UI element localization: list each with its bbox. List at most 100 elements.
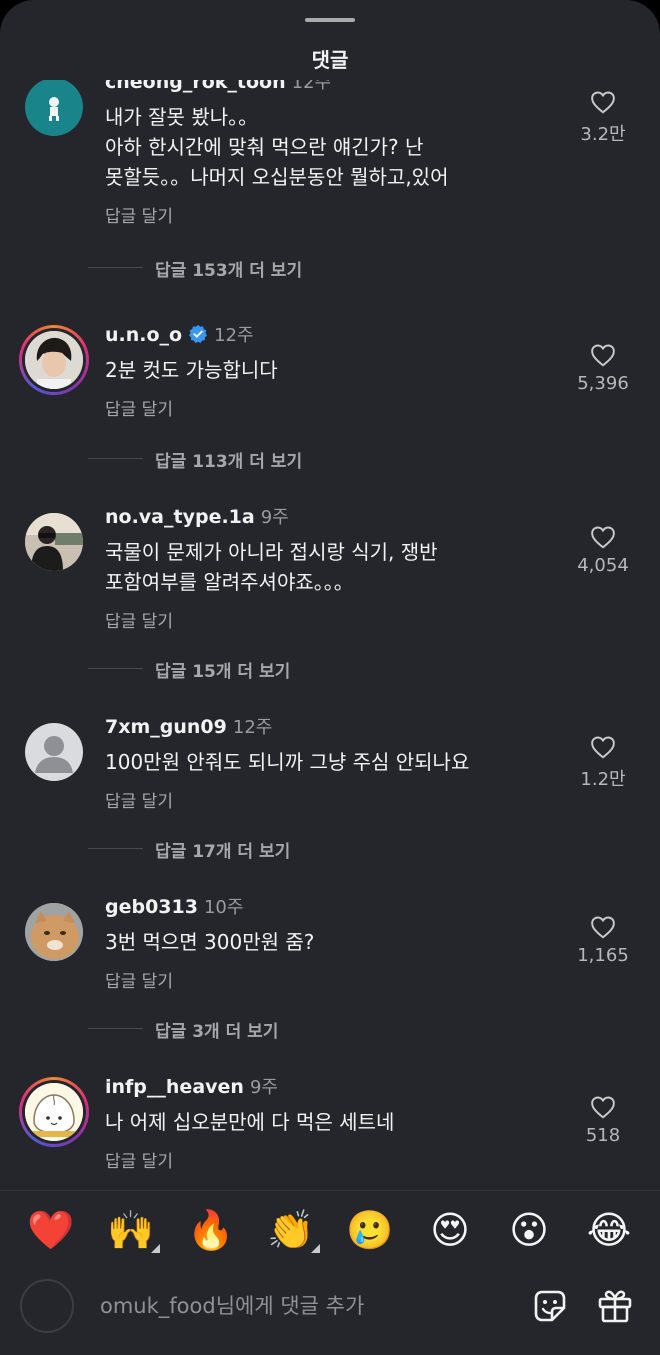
comment-meta: infp__heaven 9주 (105, 1073, 278, 1099)
avatar[interactable] (25, 80, 83, 136)
heart-outline-icon (591, 916, 615, 939)
view-more-replies-label: 답글 3개 더 보기 (155, 1022, 279, 1042)
emoji-teary-smile-button[interactable]: 🥲 (345, 1203, 395, 1257)
like-button[interactable]: 1,165 (568, 915, 638, 966)
divider-line (88, 848, 143, 849)
verified-badge-icon (188, 324, 208, 348)
comment-text-line: 내가 잘못 봤나。。 (105, 105, 259, 129)
heart-outline-icon (591, 526, 615, 549)
view-more-replies-label: 답글 153개 더 보기 (155, 261, 303, 281)
like-button[interactable]: 3.2만 (568, 90, 638, 146)
divider-line (88, 267, 143, 268)
gift-icon (598, 1290, 632, 1323)
like-count: 1,165 (577, 945, 629, 966)
comment-composer: omuk_food님에게 댓글 추가 (0, 1270, 660, 1340)
like-count: 518 (585, 1125, 621, 1146)
comment-text-line: 2분 컷도 가능합니다 (105, 358, 278, 382)
avatar[interactable] (19, 1077, 89, 1147)
like-button[interactable]: 4,054 (568, 525, 638, 576)
comment-text-line: 못할듯。。나머지 오십분동안 뭘하고,있어 (105, 165, 449, 189)
comment-time: 12주 (214, 325, 254, 346)
comment-text-line: 국물이 문제가 아니라 접시랑 식기, 쟁반 (105, 540, 438, 564)
comment-text-line: 나 어제 십오분만에 다 먹은 세트네 (105, 1110, 395, 1134)
reply-button[interactable]: 답글 달기 (105, 202, 173, 227)
like-count: 4,054 (577, 555, 629, 576)
username[interactable]: infp__heaven (105, 1076, 244, 1098)
comment-text: 내가 잘못 봤나。。 아하 한시간에 맞춰 먹으란 얘긴가? 난 못할듯。。나머… (105, 102, 505, 192)
reply-button[interactable]: 답글 달기 (105, 607, 173, 632)
comment-text: 국물이 문제가 아니라 접시랑 식기, 쟁반 포함여부를 알려주셔야죠。。。 (105, 537, 505, 597)
username[interactable]: no.va_type.1a (105, 506, 255, 528)
comment-text: 3번 먹으면 300만원 줌? (105, 927, 505, 957)
comment-text: 나 어제 십오분만에 다 먹은 세트네 (105, 1107, 505, 1137)
like-button[interactable]: 1.2만 (568, 735, 638, 791)
comment-text-line: 아하 한시간에 맞춰 먹으란 얘긴가? 난 (105, 135, 424, 159)
username[interactable]: 7xm_gun09 (105, 716, 227, 738)
reply-button[interactable]: 답글 달기 (105, 395, 173, 420)
comment-item: no.va_type.1a 9주 국물이 문제가 아니라 접시랑 식기, 쟁반 포… (0, 505, 660, 685)
like-button[interactable]: 518 (568, 1095, 638, 1146)
like-button[interactable]: 5,396 (568, 343, 638, 394)
comment-time: 9주 (260, 507, 289, 528)
comment-time: 12주 (232, 717, 273, 738)
divider-line (88, 668, 143, 669)
avatar[interactable] (19, 325, 89, 395)
username[interactable]: u.n.o_o (105, 324, 182, 346)
emoji-glyph: 🙌 (107, 1208, 155, 1252)
view-more-replies-label: 답글 17개 더 보기 (155, 842, 291, 862)
avatar[interactable] (25, 513, 83, 571)
comments-sheet: 댓글 cheong_rok_toon 12주 내가 잘못 봤나。。 아하 한시간에… (0, 0, 660, 1355)
skin-tone-indicator-icon (151, 1244, 160, 1253)
view-more-replies-label: 답글 113개 더 보기 (155, 452, 303, 472)
sheet-title: 댓글 (311, 48, 349, 72)
emoji-clap-button[interactable]: 👏 (266, 1203, 320, 1257)
comment-time: 9주 (249, 1077, 278, 1098)
heart-outline-icon (591, 344, 615, 367)
heart-outline-icon (591, 736, 615, 759)
sticker-icon (534, 1290, 566, 1322)
skin-tone-indicator-icon (311, 1244, 320, 1253)
reply-button[interactable]: 답글 달기 (105, 1147, 173, 1172)
like-count: 5,396 (577, 373, 629, 394)
emoji-raised-hands-button[interactable]: 🙌 (106, 1203, 160, 1257)
comment-list[interactable]: cheong_rok_toon 12주 내가 잘못 봤나。。 아하 한시간에 맞춰… (0, 80, 660, 1190)
heart-outline-icon (591, 1096, 615, 1119)
comment-text: 2분 컷도 가능합니다 (105, 355, 505, 385)
comment-item: infp__heaven 9주 나 어제 십오분만에 다 먹은 세트네 답글 달기… (0, 1075, 660, 1190)
comment-text-line: 포함여부를 알려주셔야죠。。。 (105, 570, 354, 594)
divider-line (88, 1028, 143, 1029)
comment-meta: cheong_rok_toon 12주 (105, 80, 331, 94)
like-count: 3.2만 (580, 124, 626, 145)
emoji-glyph: 👏 (267, 1208, 315, 1252)
comment-item: cheong_rok_toon 12주 내가 잘못 봤나。。 아하 한시간에 맞춰… (0, 80, 660, 281)
comment-item: geb0313 10주 3번 먹으면 300만원 줌? 답글 달기 답글 3개 더… (0, 895, 660, 1075)
emoji-reaction-bar: ❤️ 🙌 🔥 👏 🥲 😍 😮 😂 (0, 1203, 660, 1257)
comment-time: 12주 (291, 80, 332, 93)
composer-divider (0, 1190, 660, 1191)
emoji-surprised-button[interactable]: 😮 (504, 1203, 554, 1257)
emoji-heart-eyes-button[interactable]: 😍 (425, 1203, 475, 1257)
reply-button[interactable]: 답글 달기 (105, 787, 173, 812)
sheet-drag-handle[interactable] (305, 18, 355, 22)
comment-text-line: 100만원 안줘도 되니까 그냥 주심 안되나요 (105, 750, 470, 774)
heart-outline-icon (591, 91, 615, 114)
emoji-laughing-button[interactable]: 😂 (584, 1203, 634, 1257)
reply-button[interactable]: 답글 달기 (105, 967, 173, 992)
gift-button[interactable] (595, 1286, 635, 1326)
comment-time: 10주 (203, 897, 244, 918)
current-user-avatar (20, 1279, 74, 1333)
username[interactable]: geb0313 (105, 896, 198, 918)
divider-line (88, 458, 143, 459)
avatar[interactable] (25, 723, 83, 781)
emoji-fire-button[interactable]: 🔥 (186, 1203, 236, 1257)
sticker-button[interactable] (530, 1286, 570, 1326)
comment-meta: u.n.o_o 12주 (105, 321, 254, 348)
username[interactable]: cheong_rok_toon (105, 80, 286, 93)
comment-meta: geb0313 10주 (105, 893, 243, 919)
avatar[interactable] (25, 903, 83, 961)
comment-input[interactable]: omuk_food님에게 댓글 추가 (100, 1290, 364, 1320)
comment-meta: 7xm_gun09 12주 (105, 713, 272, 739)
comment-text-line: 3번 먹으면 300만원 줌? (105, 930, 315, 954)
emoji-heart-button[interactable]: ❤️ (26, 1203, 76, 1257)
view-more-replies-label: 답글 15개 더 보기 (155, 662, 291, 682)
